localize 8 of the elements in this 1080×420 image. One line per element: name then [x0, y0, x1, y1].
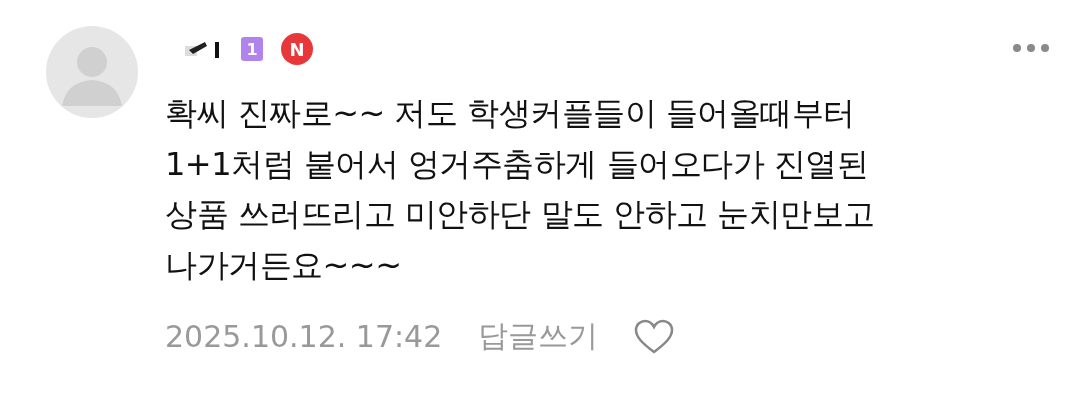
- reply-link[interactable]: 답글쓰기: [478, 316, 599, 357]
- comment-text: 확씨 진짜로~~ 저도 학생커플들이 들어올때부터 1+1처럼 붙어서 엉거주춤하게 들어오다가 진열된 상품 쓰러뜨리고 미안하단 말도 안하고 눈치만보고 나가거든요~~~: [165, 93, 876, 286]
- new-badge: N: [281, 33, 313, 65]
- comment-date: 2025.10.12. 17:42: [165, 319, 443, 354]
- avatar-icon: [46, 26, 138, 118]
- more-icon[interactable]: [1012, 43, 1050, 53]
- level-badge: 1: [241, 37, 263, 61]
- heart-icon[interactable]: [634, 318, 675, 355]
